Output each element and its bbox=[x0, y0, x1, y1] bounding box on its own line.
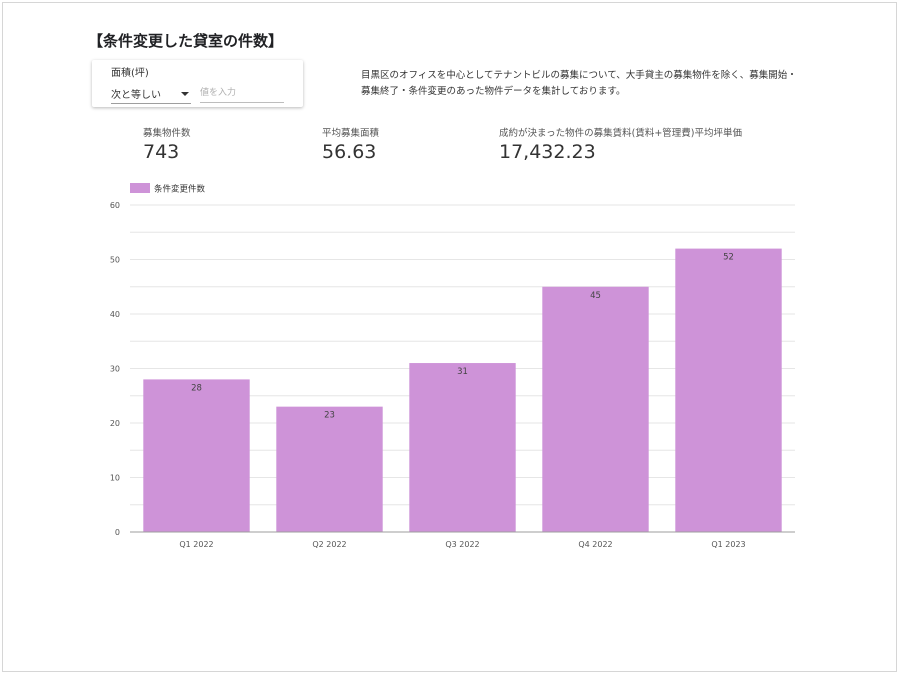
x-tick-label: Q3 2022 bbox=[445, 540, 479, 549]
y-tick-label: 30 bbox=[110, 365, 120, 374]
x-tick-label: Q1 2022 bbox=[179, 540, 213, 549]
data-label: 31 bbox=[457, 367, 468, 377]
y-tick-label: 20 bbox=[110, 419, 120, 428]
bar bbox=[276, 406, 383, 532]
x-tick-label: Q1 2023 bbox=[711, 540, 745, 549]
bar bbox=[675, 248, 782, 532]
bar bbox=[409, 363, 516, 532]
y-tick-label: 40 bbox=[110, 310, 120, 319]
data-label: 28 bbox=[191, 383, 202, 393]
x-tick-label: Q4 2022 bbox=[578, 540, 612, 549]
y-tick-label: 10 bbox=[110, 474, 120, 483]
bar bbox=[143, 379, 250, 532]
data-label: 23 bbox=[324, 411, 335, 421]
bar-chart: 0 10 20 30 40 50 60 28 23 31 45 52 Q1 2022 Q2 2022 Q3 … bbox=[110, 183, 795, 549]
data-label: 45 bbox=[590, 291, 601, 301]
legend-label: 条件変更件数 bbox=[154, 184, 206, 195]
y-tick-label: 50 bbox=[110, 256, 120, 265]
data-label: 52 bbox=[723, 253, 734, 263]
bar bbox=[542, 286, 649, 532]
y-tick-label: 60 bbox=[110, 201, 120, 210]
x-tick-label: Q2 2022 bbox=[312, 540, 346, 549]
legend-swatch bbox=[130, 183, 150, 193]
y-tick-label: 0 bbox=[115, 528, 120, 537]
